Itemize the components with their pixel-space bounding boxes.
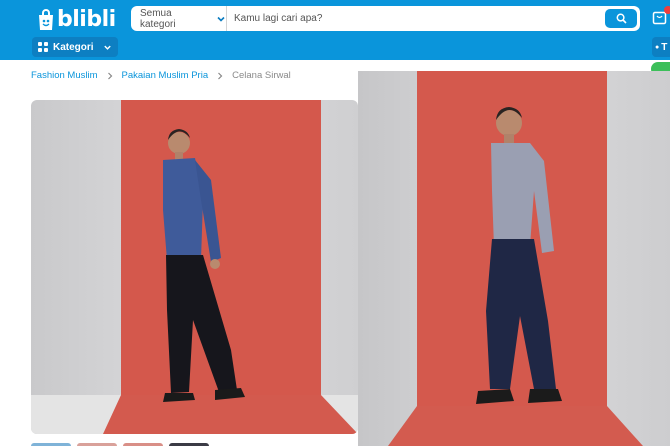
cart-badge	[664, 6, 670, 14]
shopping-bag-logo-icon	[39, 9, 53, 30]
category-dropdown-label: Semua kategori	[140, 7, 176, 30]
top-header: blibli Semua kategori Kategori	[0, 0, 670, 60]
chevron-down-icon	[217, 16, 225, 22]
product-photo-grey-shirt	[358, 71, 670, 446]
product-photo-blue-shirt	[31, 100, 358, 434]
breadcrumb-link-fashion-muslim[interactable]: Fashion Muslim	[31, 70, 98, 81]
search-icon	[616, 13, 627, 24]
logo-text: blibli	[57, 7, 116, 32]
chevron-right-icon	[107, 72, 112, 79]
breadcrumb: Fashion Muslim Pakaian Muslim Pria Celan…	[31, 70, 291, 81]
location-dot-icon: ●	[655, 43, 660, 51]
product-zoom-preview	[358, 71, 670, 446]
kategori-button[interactable]: Kategori	[32, 37, 118, 57]
search-button[interactable]	[605, 9, 637, 28]
partial-nav-label: T	[661, 41, 668, 53]
breadcrumb-current: Celana Sirwal	[232, 70, 291, 81]
chevron-right-icon	[218, 72, 223, 79]
search-input[interactable]	[227, 6, 640, 31]
search-bar: Semua kategori	[131, 6, 640, 31]
chevron-down-icon	[104, 45, 111, 50]
product-main-image[interactable]	[31, 100, 358, 434]
category-dropdown[interactable]: Semua kategori	[131, 6, 227, 31]
partial-nav-button[interactable]: ● T	[652, 37, 670, 57]
blibli-logo[interactable]: blibli	[36, 8, 116, 32]
breadcrumb-link-pakaian-muslim-pria[interactable]: Pakaian Muslim Pria	[122, 70, 209, 81]
grid-icon	[38, 42, 48, 52]
kategori-label: Kategori	[53, 41, 94, 53]
